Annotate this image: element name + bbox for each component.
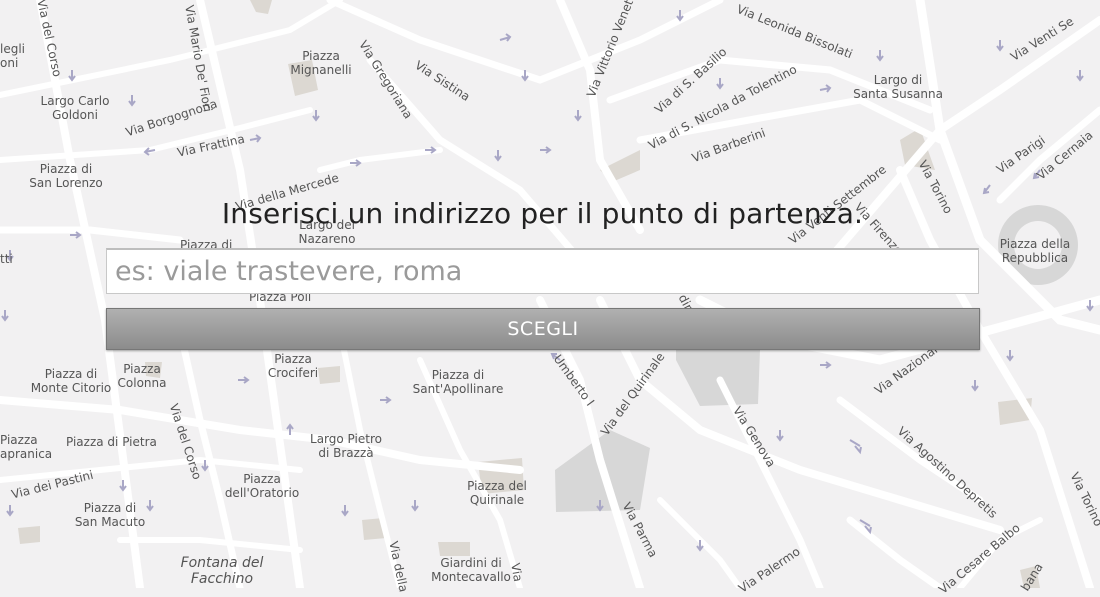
map-label-piazza-quirinale: Piazza del Quirinale — [467, 479, 527, 507]
map-label-piazza-repubblica: Piazza della Repubblica — [999, 237, 1071, 265]
map-label-piazza-sant-apollinare: Piazza di Sant'Apollinare — [412, 368, 504, 396]
map-label-piazza-crociferi: Piazza Crociferi — [267, 352, 319, 380]
map-label-piazza-san-lorenzo: Piazza di San Lorenzo — [29, 162, 103, 190]
map-label-piazza-capranica: Piazza apranica — [0, 433, 53, 461]
map-label-piazza-monte-citorio: Piazza di Monte Citorio — [30, 367, 112, 395]
map-label-piazza-di-pietra: Piazza di Pietra — [66, 435, 157, 449]
map-label-largo-santa-susanna: Largo di Santa Susanna — [853, 73, 943, 101]
map-label-piazza-san-macuto: Piazza di San Macuto — [74, 501, 146, 529]
address-input[interactable] — [106, 248, 979, 294]
choose-button[interactable]: SCEGLI — [106, 308, 980, 350]
map-label-legli: legli — [0, 42, 26, 56]
map-label-piazza-dell-oratorio: Piazza dell'Oratorio — [224, 472, 300, 500]
start-point-title: Inserisci un indirizzo per il punto di p… — [221, 197, 864, 230]
map-label-tti: tti — [0, 252, 13, 266]
map-label-giardini-montecavallo: Giardini di Montecavallo — [431, 556, 511, 584]
map-label-piazza-mignanelli: Piazza Mignanelli — [290, 49, 352, 77]
map-label-via-bottom: Via — [508, 562, 526, 583]
map-label-largo-carlo-goldoni: Largo Carlo Goldoni — [40, 94, 110, 122]
map-label-oni: oni — [0, 56, 19, 70]
map-label-largo-pietro-brazza: Largo Pietro di Brazzà — [310, 432, 382, 460]
map-label-piazza-colonna: Piazza Colonna — [117, 362, 167, 390]
map-label-fontana-facchino: Fontana del Facchino — [180, 555, 264, 587]
